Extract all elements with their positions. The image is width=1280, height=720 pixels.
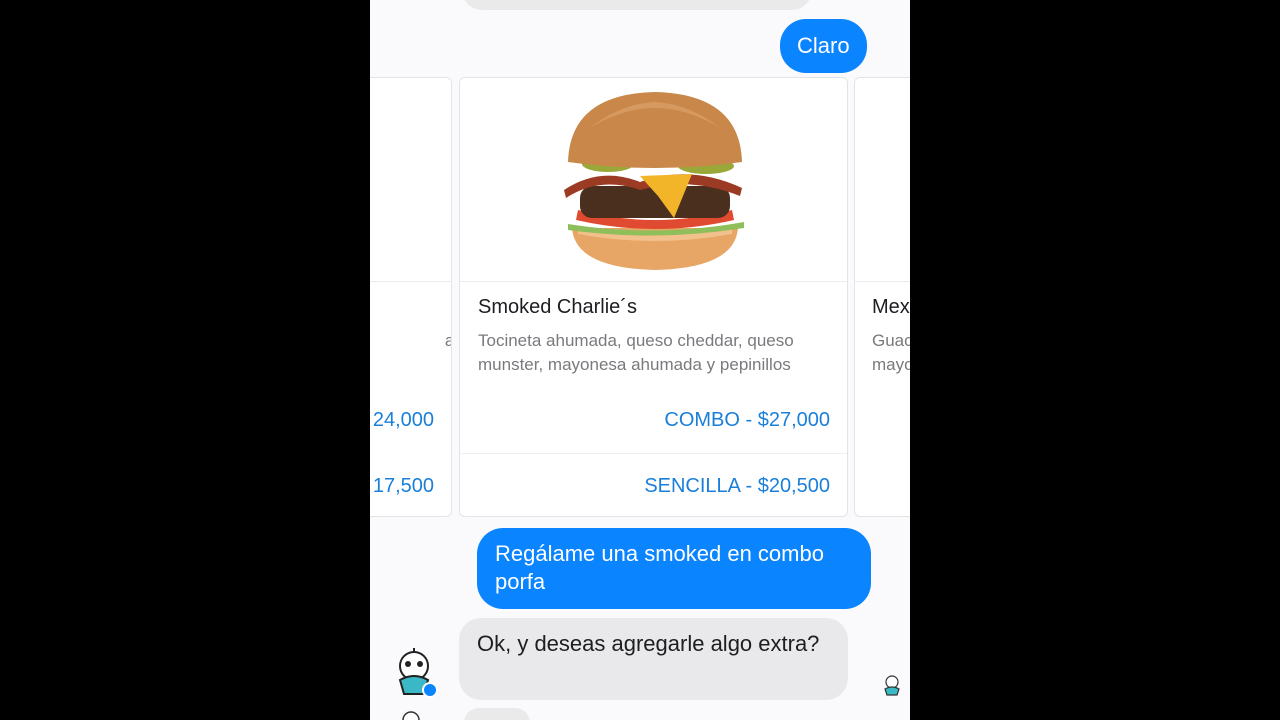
user-message-claro: Claro	[780, 19, 867, 73]
button-divider	[460, 453, 847, 454]
product-carousel[interactable]: a, 24,000 17,500	[370, 77, 910, 519]
product-card-next[interactable]: Mex Guac mayo	[854, 77, 910, 517]
bot-message: Ok, y deseas agregarle algo extra?	[459, 618, 848, 700]
product-description-fragment: a,	[445, 329, 451, 353]
price-combo-button[interactable]: 24,000	[373, 409, 434, 432]
burger-icon	[564, 92, 744, 270]
bot-avatar-icon	[392, 0, 436, 8]
product-title: Smoked Charlie´s	[478, 296, 637, 318]
product-card-smoked-charlies[interactable]: Smoked Charlie´s Tocineta ahumada, queso…	[459, 77, 848, 517]
price-sencilla-button[interactable]: 17,500	[373, 475, 434, 498]
bot-avatar-icon	[398, 648, 438, 698]
user-message-order: Regálame una smoked en combo porfa	[477, 528, 871, 609]
bot-avatar-icon	[402, 711, 420, 720]
next-message-bubble	[464, 708, 530, 720]
price-sencilla-button[interactable]: SENCILLA - $20,500	[644, 475, 830, 498]
product-title-fragment: Mex	[872, 296, 910, 318]
messenger-chat-view: Claro a, 24,000 17,500	[370, 0, 910, 720]
previous-message-bubble	[462, 0, 812, 10]
product-image	[370, 78, 451, 282]
product-description-fragment: Guac mayo	[872, 331, 910, 374]
read-receipt-avatar-icon	[884, 675, 900, 696]
product-card-previous[interactable]: a, 24,000 17,500	[370, 77, 452, 517]
product-image	[855, 78, 910, 282]
price-combo-button[interactable]: COMBO - $27,000	[664, 409, 830, 432]
product-description: Tocineta ahumada, queso cheddar, queso m…	[478, 331, 794, 374]
burger-image	[460, 78, 847, 282]
